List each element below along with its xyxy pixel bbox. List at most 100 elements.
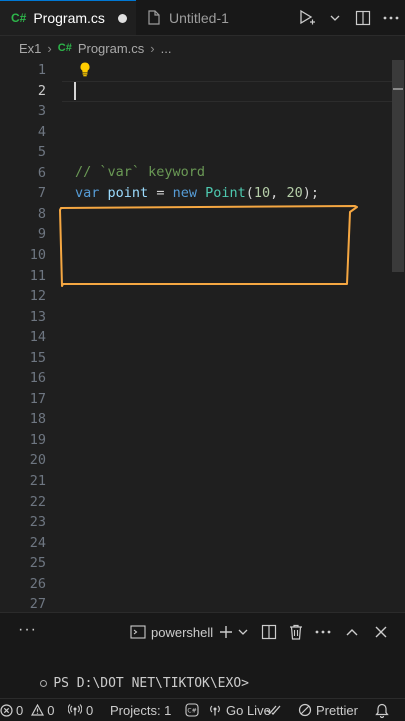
error-count: 0 xyxy=(16,702,24,718)
go-live-label: Go Live xyxy=(226,702,271,718)
paren-open: ( xyxy=(245,184,254,201)
terminal-selector[interactable]: powershell xyxy=(130,621,213,643)
tab-untitled-1[interactable]: Untitled-1 xyxy=(137,0,255,35)
text-cursor xyxy=(74,82,76,100)
projects-indicator[interactable]: Projects: 1 xyxy=(110,699,171,721)
panel-toolbar: ··· powershell xyxy=(0,613,405,651)
line-number: 11 xyxy=(29,267,46,284)
file-icon xyxy=(148,10,160,25)
kill-terminal-button[interactable] xyxy=(289,621,303,643)
plus-icon xyxy=(220,626,232,638)
projects-label: Projects: 1 xyxy=(110,702,172,718)
line-number: 15 xyxy=(29,349,46,366)
unsaved-dot-icon[interactable] xyxy=(117,13,127,23)
error-icon xyxy=(0,703,13,717)
terminal-dropdown[interactable] xyxy=(238,621,248,643)
prettier-label: Prettier xyxy=(316,702,358,718)
line-number: 25 xyxy=(29,555,46,572)
terminal-name: powershell xyxy=(151,624,214,640)
csharp-devkit-indicator[interactable]: C# xyxy=(185,699,199,721)
csharp-devkit-icon: C# xyxy=(185,703,199,717)
tab-label: Untitled-1 xyxy=(169,9,229,26)
ports-count: 0 xyxy=(86,702,94,718)
split-terminal-button[interactable] xyxy=(261,621,277,643)
current-line-highlight xyxy=(62,80,402,102)
line-number: 9 xyxy=(37,226,46,243)
prettier-disabled-icon xyxy=(298,703,312,717)
tab-bar: C# Program.cs Untitled-1 xyxy=(0,0,405,36)
line-number: 5 xyxy=(37,144,46,161)
line-number: 3 xyxy=(37,103,46,120)
line-number: 6 xyxy=(37,164,46,181)
line-number: 2 xyxy=(37,82,46,99)
code-comment: // `var` keyword xyxy=(75,164,206,180)
number-10: 10 xyxy=(253,184,271,201)
new-terminal-button[interactable] xyxy=(218,621,234,643)
split-editor-icon[interactable] xyxy=(349,0,377,35)
prompt-text: PS D:\DOT NET\TIKTOK\EXO> xyxy=(53,676,249,691)
warning-count: 0 xyxy=(47,702,55,718)
line-number: 13 xyxy=(29,308,46,325)
chevron-down-icon xyxy=(238,629,248,635)
notifications-extra[interactable] xyxy=(266,699,282,721)
chevron-right-icon: › xyxy=(47,40,52,56)
breadcrumb-more[interactable]: ... xyxy=(161,41,172,56)
csharp-icon: C# xyxy=(57,42,72,54)
close-panel-button[interactable] xyxy=(375,621,387,643)
line-number: 20 xyxy=(29,452,46,469)
line-number: 1 xyxy=(37,62,46,78)
breadcrumb-file[interactable]: Program.cs xyxy=(78,41,144,56)
chevron-up-icon xyxy=(346,629,358,636)
maximize-panel-button[interactable] xyxy=(346,621,358,643)
panel-more-actions-button[interactable] xyxy=(315,621,331,643)
line-number: 19 xyxy=(29,431,46,448)
line-number: 27 xyxy=(29,596,46,612)
close-icon xyxy=(375,626,387,638)
number-20: 20 xyxy=(286,184,303,201)
run-debug-icon[interactable] xyxy=(293,0,321,35)
line-number: 12 xyxy=(29,288,46,305)
scrollbar-thumb[interactable] xyxy=(392,60,404,272)
chevron-right-icon: › xyxy=(150,40,155,56)
split-icon xyxy=(261,624,277,640)
line-number: 18 xyxy=(29,411,46,428)
go-live-button[interactable]: Go Live xyxy=(208,699,271,721)
breadcrumb: Ex1 › C# Program.cs › ... xyxy=(0,36,405,60)
comma: , xyxy=(270,184,279,201)
terminal-panel: ··· powershell PS D:\DOT NET\TIKTOK\EXO> xyxy=(0,612,405,699)
keyword-var: var xyxy=(75,184,100,201)
lightbulb-icon[interactable] xyxy=(78,61,92,77)
tab-label: Program.cs xyxy=(33,10,105,26)
trash-icon xyxy=(290,624,302,640)
broadcast-icon xyxy=(68,704,82,716)
line-number: 17 xyxy=(29,390,46,407)
line-number: 26 xyxy=(29,575,46,592)
line-number: 14 xyxy=(29,329,46,346)
notifications-button[interactable] xyxy=(375,699,389,721)
highlight-box xyxy=(59,205,358,287)
type-point: Point xyxy=(205,184,246,201)
editor-scrollbar[interactable] xyxy=(391,60,405,612)
line-number: 7 xyxy=(37,185,46,202)
line-number: 23 xyxy=(29,514,46,531)
tab-program-cs[interactable]: C# Program.cs xyxy=(0,0,136,35)
more-actions-icon[interactable] xyxy=(377,0,405,35)
keyword-new: new xyxy=(172,184,197,201)
assign-operator: = xyxy=(156,184,165,201)
identifier-point: point xyxy=(107,184,149,201)
panel-more-button[interactable]: ··· xyxy=(18,621,37,639)
ports-indicator[interactable]: 0 xyxy=(68,699,93,721)
prettier-indicator[interactable]: Prettier xyxy=(298,699,358,721)
line-number: 4 xyxy=(37,123,46,140)
breadcrumb-folder[interactable]: Ex1 xyxy=(19,41,41,56)
scrollbar-cursor-marker xyxy=(393,88,403,90)
line-number: 22 xyxy=(29,493,46,510)
code-line-8: var point = new Point(10, 20); xyxy=(75,185,319,201)
check-all-icon xyxy=(266,705,281,715)
problems-indicator[interactable]: 0 0 xyxy=(0,699,54,721)
line-number: 8 xyxy=(37,205,46,222)
line-number: 16 xyxy=(29,370,46,387)
code-editor[interactable]: 1 2 3 4 5 6 7 8 9 10 11 12 13 14 15 16 17 18 19 20 21 22 23 24 2… xyxy=(0,60,405,612)
run-dropdown-chevron-icon[interactable] xyxy=(321,0,349,35)
broadcast-icon xyxy=(210,705,220,716)
